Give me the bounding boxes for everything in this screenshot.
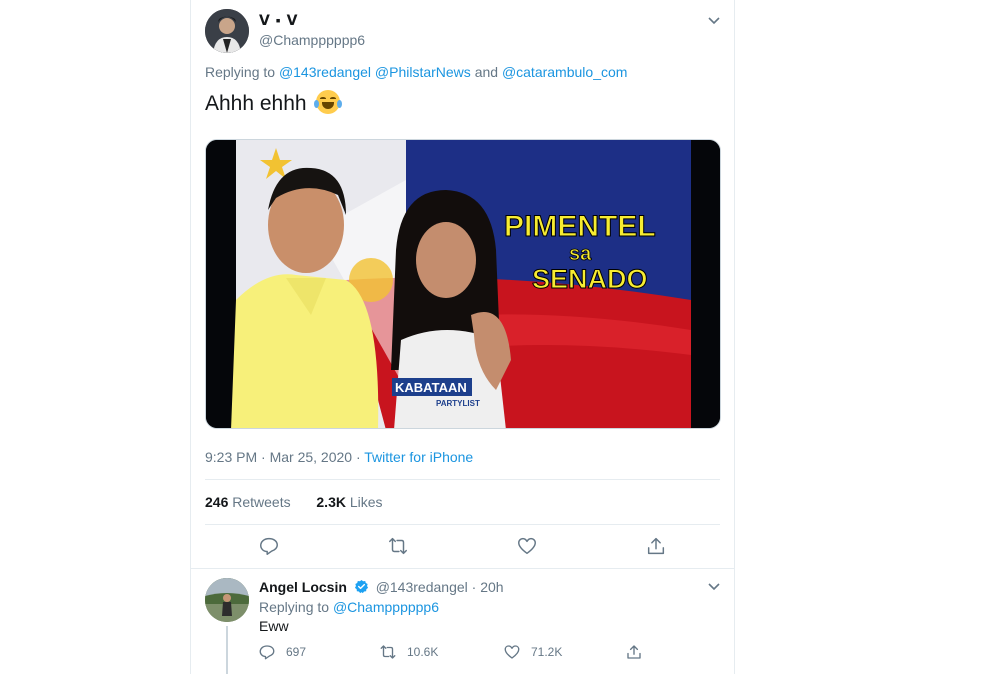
- like-icon[interactable]: [516, 535, 538, 557]
- divider: [191, 568, 734, 569]
- media-title-line3: SENADO: [532, 264, 648, 294]
- shirt-subtext: PARTYLIST: [436, 399, 480, 408]
- media-title-line2: sa: [569, 243, 592, 265]
- verified-badge-icon: [354, 579, 368, 594]
- tweet-stats: 246 Retweets 2.3K Likes: [205, 494, 383, 510]
- reply-handle-time[interactable]: @143redangel · 20h: [376, 579, 504, 595]
- like-count: 71.2K: [531, 645, 563, 659]
- reply-reply-button[interactable]: 697: [258, 642, 306, 662]
- tears-of-joy-emoji-icon: [314, 90, 343, 114]
- share-icon[interactable]: [645, 535, 667, 557]
- reply-icon[interactable]: [258, 535, 280, 557]
- reply-retweet-button[interactable]: 10.6K: [379, 642, 438, 662]
- chevron-down-icon[interactable]: [706, 12, 722, 28]
- mention-link[interactable]: @catarambulo_com: [502, 64, 628, 80]
- author-handle[interactable]: @Champppppp6: [259, 32, 365, 48]
- retweet-icon[interactable]: [387, 535, 409, 557]
- chevron-down-icon[interactable]: [706, 578, 722, 594]
- author-display-name[interactable]: ᐯ ▪ ᐯ: [259, 12, 298, 29]
- reply-header: Angel Locsin @143redangel · 20h: [259, 579, 504, 595]
- reply-author-avatar[interactable]: [205, 578, 249, 622]
- shirt-text: KABATAAN: [395, 380, 467, 395]
- like-icon: [504, 645, 520, 659]
- author-avatar[interactable]: [205, 9, 249, 53]
- thread-connector-line: [226, 626, 228, 674]
- reply-like-button[interactable]: 71.2K: [503, 642, 562, 662]
- tweet-media-image[interactable]: KABATAAN PARTYLIST PIMENTEL sa SENADO: [205, 139, 721, 429]
- reply-display-name[interactable]: Angel Locsin: [259, 579, 347, 595]
- likes-label: Likes: [349, 494, 383, 510]
- share-icon: [627, 645, 641, 659]
- likes-stat[interactable]: 2.3K Likes: [316, 494, 382, 510]
- likes-count: 2.3K: [316, 494, 346, 510]
- retweet-count: 10.6K: [407, 645, 439, 659]
- reply-text: Eww: [259, 618, 289, 634]
- replying-prefix: Replying to: [205, 64, 276, 80]
- tweet-timestamp: 9:23 PM · Mar 25, 2020 · Twitter for iPh…: [205, 449, 473, 465]
- reply-replying-prefix: Replying to: [259, 599, 330, 615]
- reply-share-button[interactable]: [625, 642, 653, 662]
- timeline-column: ᐯ ▪ ᐯ @Champppppp6 Replying to @143redan…: [190, 0, 735, 674]
- mention-link[interactable]: @PhilstarNews: [375, 64, 471, 80]
- retweets-label: Retweets: [232, 494, 291, 510]
- divider: [205, 479, 720, 480]
- timestamp-text[interactable]: 9:23 PM · Mar 25, 2020 ·: [205, 449, 361, 465]
- retweets-count: 246: [205, 494, 229, 510]
- reply-count: 697: [286, 645, 307, 659]
- reply-replying-to: Replying to @Champppppp6: [259, 599, 439, 615]
- replying-to: Replying to @143redangel @PhilstarNews a…: [205, 64, 627, 80]
- tweet-text: Ahhh ehhh: [205, 90, 343, 116]
- tweet-text-content: Ahhh ehhh: [205, 92, 307, 115]
- divider: [205, 524, 720, 525]
- media-title-line1: PIMENTEL: [504, 210, 656, 243]
- reply-icon: [259, 645, 275, 660]
- retweets-stat[interactable]: 246 Retweets: [205, 494, 291, 510]
- mention-link[interactable]: @143redangel: [279, 64, 371, 80]
- retweet-icon: [380, 645, 396, 659]
- tweet-source-link[interactable]: Twitter for iPhone: [364, 449, 473, 465]
- mention-link[interactable]: @Champppppp6: [333, 599, 439, 615]
- replying-and: and: [474, 64, 499, 80]
